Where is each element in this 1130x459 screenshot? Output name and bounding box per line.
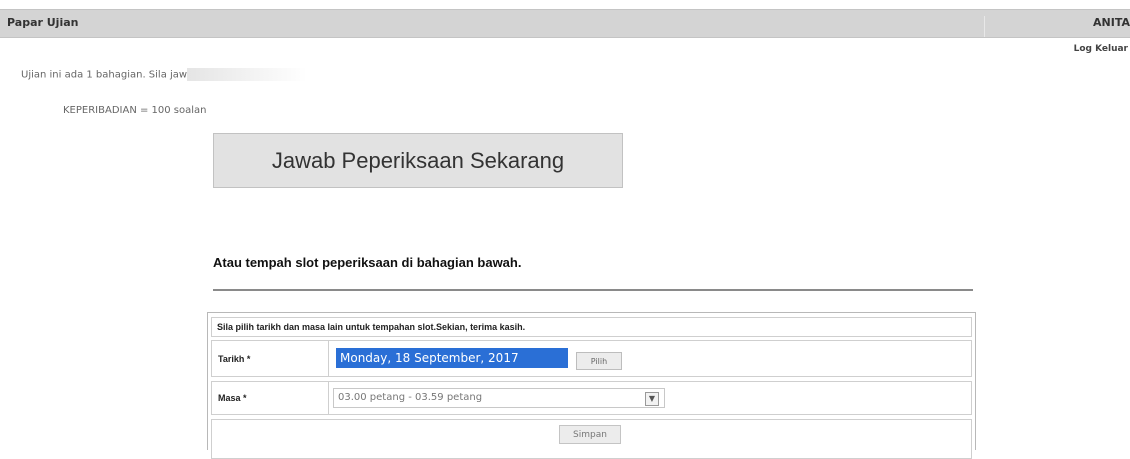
pick-date-button[interactable]: Pilih bbox=[576, 352, 622, 370]
booking-form: Sila pilih tarikh dan masa lain untuk te… bbox=[207, 312, 976, 459]
logout-link[interactable]: Log Keluar bbox=[1074, 44, 1128, 54]
section-item: KEPERIBADIAN = 100 soalan bbox=[63, 105, 207, 116]
page-title: Papar Ujian bbox=[7, 16, 79, 29]
intro-text: Ujian ini ada 1 bahagian. Sila jaw bbox=[21, 68, 308, 81]
date-label-cell: Tarikh * bbox=[212, 341, 329, 376]
booking-note: Sila pilih tarikh dan masa lain untuk te… bbox=[217, 322, 526, 332]
obscured-text bbox=[187, 68, 308, 81]
save-row: Simpan bbox=[211, 419, 972, 459]
time-select[interactable]: 03.00 petang - 03.59 petang ▼ bbox=[333, 388, 665, 408]
intro-label: Ujian ini ada 1 bahagian. Sila jaw bbox=[21, 69, 188, 81]
booking-heading: Atau tempah slot peperiksaan di bahagian… bbox=[213, 255, 522, 270]
date-label: Tarikh * bbox=[218, 354, 251, 364]
user-name: ANITA bbox=[984, 16, 1130, 37]
chevron-down-icon[interactable]: ▼ bbox=[645, 392, 659, 406]
booking-note-row: Sila pilih tarikh dan masa lain untuk te… bbox=[211, 317, 972, 337]
top-bar: Papar Ujian ANITA bbox=[0, 9, 1130, 38]
time-label-cell: Masa * bbox=[212, 382, 329, 414]
start-exam-button[interactable]: Jawab Peperiksaan Sekarang bbox=[213, 133, 623, 188]
time-row: Masa * 03.00 petang - 03.59 petang ▼ bbox=[211, 381, 972, 415]
time-label: Masa * bbox=[218, 393, 247, 403]
date-row: Tarikh * Monday, 18 September, 2017 Pili… bbox=[211, 340, 972, 377]
divider bbox=[213, 289, 973, 291]
date-field[interactable]: Monday, 18 September, 2017 bbox=[336, 348, 568, 368]
time-select-value: 03.00 petang - 03.59 petang bbox=[338, 392, 483, 403]
save-button[interactable]: Simpan bbox=[559, 425, 621, 444]
